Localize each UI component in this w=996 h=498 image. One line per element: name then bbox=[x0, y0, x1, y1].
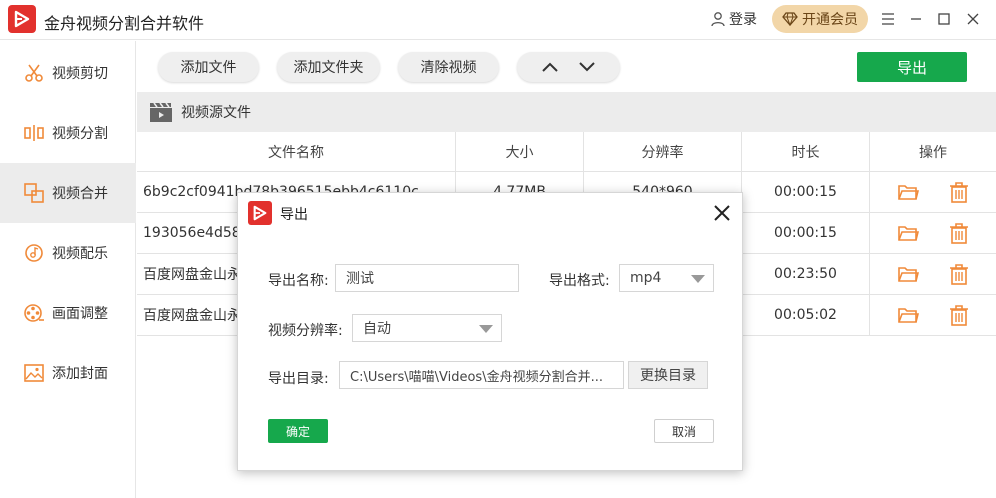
image-icon bbox=[24, 364, 44, 382]
app-logo-icon bbox=[8, 5, 36, 33]
cell-actions bbox=[870, 172, 996, 212]
cell-actions bbox=[870, 254, 996, 294]
column-header-resolution: 分辨率 bbox=[584, 132, 742, 172]
sidebar-item-cover[interactable]: 添加封面 bbox=[0, 343, 136, 403]
cell-duration: 00:23:50 bbox=[742, 254, 870, 294]
user-icon bbox=[711, 12, 725, 27]
cell-duration: 00:05:02 bbox=[742, 295, 870, 335]
add-file-button[interactable]: 添加文件 bbox=[158, 52, 259, 82]
change-dir-button[interactable]: 更换目录 bbox=[628, 361, 708, 389]
sidebar-item-label: 添加封面 bbox=[52, 366, 108, 382]
login-label: 登录 bbox=[729, 12, 757, 28]
title-bar: 金舟视频分割合并软件 登录 开通会员 bbox=[0, 0, 996, 40]
login-button[interactable]: 登录 bbox=[710, 9, 757, 29]
export-format-value: mp4 bbox=[630, 270, 662, 286]
sidebar-item-label: 视频剪切 bbox=[52, 66, 108, 82]
sidebar-item-music[interactable]: 视频配乐 bbox=[0, 223, 136, 283]
column-header-duration: 时长 bbox=[742, 132, 870, 172]
cell-duration: 00:00:15 bbox=[742, 213, 870, 253]
video-resolution-value: 自动 bbox=[363, 321, 391, 337]
close-icon[interactable] bbox=[712, 203, 732, 223]
dialog-title: 导出 bbox=[280, 207, 308, 223]
sidebar-item-adjust[interactable]: 画面调整 bbox=[0, 283, 136, 343]
scissors-icon bbox=[25, 64, 43, 82]
column-header-name: 文件名称 bbox=[137, 132, 456, 172]
move-buttons bbox=[517, 52, 620, 82]
vip-label: 开通会员 bbox=[802, 12, 858, 28]
minimize-icon[interactable] bbox=[906, 10, 926, 28]
move-up-icon[interactable] bbox=[541, 61, 559, 73]
sidebar-item-label: 视频分割 bbox=[52, 126, 108, 142]
clapperboard-icon bbox=[150, 102, 172, 122]
open-folder-icon[interactable] bbox=[897, 304, 919, 326]
delete-icon[interactable] bbox=[948, 222, 970, 244]
maximize-icon[interactable] bbox=[934, 10, 954, 28]
section-title: 视频源文件 bbox=[181, 105, 251, 121]
export-name-label: 导出名称: bbox=[268, 273, 329, 289]
add-folder-button[interactable]: 添加文件夹 bbox=[277, 52, 380, 82]
video-resolution-select[interactable]: 自动 bbox=[352, 314, 502, 342]
menu-icon[interactable] bbox=[878, 10, 898, 28]
export-dir-input[interactable]: C:\Users\喵喵\Videos\金舟视频分割合并... bbox=[339, 361, 624, 389]
film-reel-icon bbox=[24, 304, 44, 322]
sidebar: 视频剪切 视频分割 视频合并 视频配乐 画面调整 添加封面 bbox=[0, 41, 136, 498]
diamond-icon bbox=[782, 12, 798, 26]
export-format-select[interactable]: mp4 bbox=[619, 264, 714, 292]
open-folder-icon[interactable] bbox=[897, 181, 919, 203]
export-dialog: 导出 导出名称: 测试 导出格式: mp4 视频分辨率: 自动 导出目录: C:… bbox=[237, 192, 743, 471]
sidebar-item-label: 视频配乐 bbox=[52, 246, 108, 262]
delete-icon[interactable] bbox=[948, 181, 970, 203]
column-header-size: 大小 bbox=[456, 132, 584, 172]
music-icon bbox=[25, 244, 43, 262]
chevron-down-icon bbox=[479, 325, 493, 333]
chevron-down-icon bbox=[691, 275, 705, 283]
cancel-button[interactable]: 取消 bbox=[654, 419, 714, 443]
confirm-button[interactable]: 确定 bbox=[268, 419, 328, 443]
export-button[interactable]: 导出 bbox=[857, 52, 967, 82]
export-dir-label: 导出目录: bbox=[268, 371, 329, 387]
table-header: 文件名称 大小 分辨率 时长 操作 bbox=[137, 132, 996, 172]
open-folder-icon[interactable] bbox=[897, 222, 919, 244]
section-header: 视频源文件 bbox=[137, 92, 996, 132]
export-format-label: 导出格式: bbox=[549, 273, 610, 289]
cell-actions bbox=[870, 213, 996, 253]
app-logo-icon bbox=[248, 201, 272, 225]
vip-button[interactable]: 开通会员 bbox=[772, 5, 868, 33]
clear-videos-button[interactable]: 清除视频 bbox=[398, 52, 499, 82]
sidebar-item-label: 画面调整 bbox=[52, 306, 108, 322]
delete-icon[interactable] bbox=[948, 263, 970, 285]
sidebar-item-label: 视频合并 bbox=[52, 186, 108, 202]
column-header-actions: 操作 bbox=[919, 145, 947, 161]
video-resolution-label: 视频分辨率: bbox=[268, 323, 343, 339]
app-title: 金舟视频分割合并软件 bbox=[44, 14, 205, 33]
export-name-input[interactable]: 测试 bbox=[335, 264, 519, 292]
delete-icon[interactable] bbox=[948, 304, 970, 326]
move-down-icon[interactable] bbox=[578, 61, 596, 73]
sidebar-item-cut[interactable]: 视频剪切 bbox=[0, 43, 136, 103]
sidebar-item-merge[interactable]: 视频合并 bbox=[0, 163, 136, 223]
cell-duration: 00:00:15 bbox=[742, 172, 870, 212]
close-window-icon[interactable] bbox=[963, 10, 983, 28]
sidebar-item-split[interactable]: 视频分割 bbox=[0, 103, 136, 163]
split-icon bbox=[24, 125, 44, 141]
open-folder-icon[interactable] bbox=[897, 263, 919, 285]
cell-actions bbox=[870, 295, 996, 335]
merge-icon bbox=[24, 183, 44, 203]
